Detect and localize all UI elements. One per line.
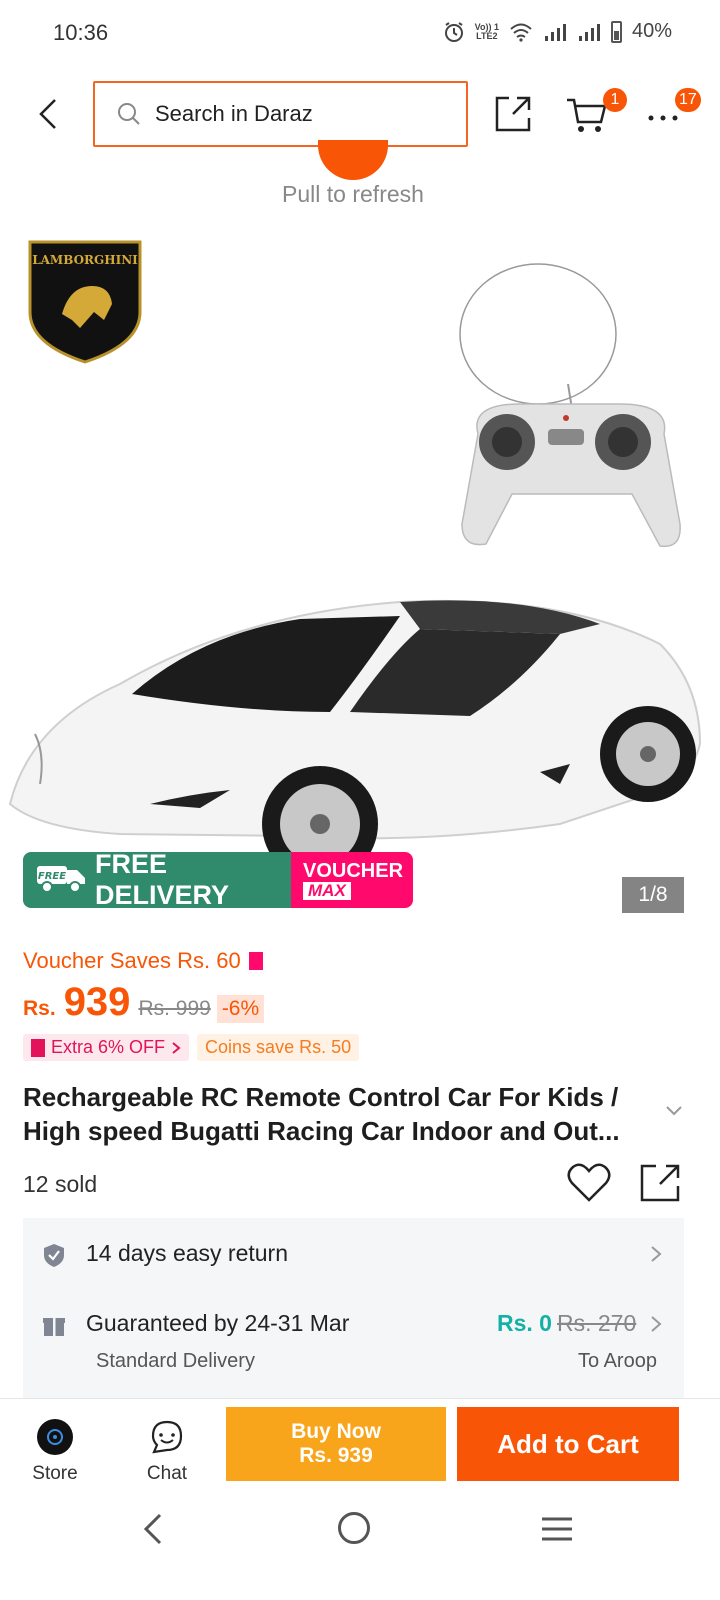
buy-now-button[interactable]: Buy Now Rs. 939 [226,1407,446,1481]
share-button[interactable] [638,1162,682,1204]
system-nav-bar [0,1498,720,1600]
add-to-cart-button[interactable]: Add to Cart [457,1407,679,1481]
delivery-type: Standard Delivery [96,1350,255,1372]
back-icon [39,99,56,129]
chat-label: Chat [146,1463,188,1484]
coins-tag: Coins save Rs. 50 [197,1034,360,1061]
chevron-right-icon [172,1041,181,1054]
pull-to-refresh-text: Pull to refresh [282,181,424,207]
share-icon [495,96,531,132]
bottom-action-bar: Store Chat Buy Now Rs. 939 Add to Cart [0,1398,720,1498]
svg-text:FREE: FREE [38,871,66,882]
signal-icon-2 [577,22,601,42]
svg-text:LAMBORGHINI: LAMBORGHINI [32,253,138,267]
voucher-saves[interactable]: Voucher Saves Rs. 60 [23,948,263,974]
current-price: 939 [63,980,131,1024]
return-policy-text: 14 days easy return [86,1240,289,1266]
share-icon [640,1164,680,1202]
chevron-right-icon [651,1316,662,1332]
refresh-indicator [318,140,388,180]
signal-icon-1 [543,22,567,42]
share-button-header[interactable] [493,94,533,134]
volte-icon: Vo)) 1 LTE2 [474,21,499,41]
free-delivery-label: FREE DELIVERY [95,852,230,908]
nav-back-icon[interactable] [138,1512,168,1546]
remote-controller [459,263,681,548]
gift-icon [43,1318,65,1336]
truck-icon: FREE [35,860,87,901]
cart-badge: 1 [603,88,627,112]
search-input[interactable]: Search in Daraz [93,81,468,147]
delivery-recipient: To Aroop [578,1350,657,1372]
product-image[interactable]: LAMBORGHINI [0,224,706,924]
delivery-old-fee: Rs. 270 [557,1310,637,1336]
sold-count: 12 sold [23,1171,98,1197]
store-avatar [37,1419,73,1455]
chat-icon [151,1420,183,1454]
service-info: 14 days easy return Guaranteed by 24-31 … [23,1218,684,1398]
voucher-max-badge: VOUCHER MAX [291,852,413,908]
chevron-down-icon[interactable] [664,1100,684,1120]
image-counter: 1/8 [622,877,684,913]
store-button[interactable]: Store [18,1417,92,1487]
chevron-right-icon [651,1246,662,1262]
car-body [8,599,702,882]
chat-button[interactable]: Chat [130,1417,204,1487]
price-row: Rs. 939 Rs. 999 -6% [23,980,265,1025]
delivery-row[interactable]: Guaranteed by 24-31 Mar Standard Deliver… [23,1290,684,1398]
battery-icon [610,20,622,43]
return-policy-row[interactable]: 14 days easy return [23,1218,684,1290]
delivery-guarantee-text: Guaranteed by 24-31 Mar [86,1310,350,1336]
product-photo: LAMBORGHINI [8,240,702,882]
search-icon [118,103,140,125]
shield-check-icon [44,1244,64,1267]
store-label: Store [32,1463,78,1484]
discount-badge: -6% [216,995,265,1023]
promo-tags: Extra 6% OFF Coins save Rs. 50 [23,1034,360,1061]
wishlist-button[interactable] [567,1162,611,1204]
battery-percent: 40% [631,20,672,42]
delivery-fee: Rs. 0 [497,1310,552,1336]
free-delivery-banner: FREE FREE DELIVERY VOUCHER MAX [23,852,413,908]
status-bar: 10:36 Vo)) 1 LTE2 40% [0,0,720,66]
status-icons: Vo)) 1 LTE2 40% [443,20,672,43]
back-button[interactable] [28,92,68,136]
more-badge: 17 [675,88,701,112]
price-currency: Rs. [23,997,56,1020]
extra-off-tag[interactable]: Extra 6% OFF [23,1034,190,1061]
lamborghini-logo: LAMBORGHINI [28,240,142,364]
nav-home-icon[interactable] [338,1512,370,1544]
alarm-icon [443,21,465,43]
product-title[interactable]: Rechargeable RC Remote Control Car For K… [23,1080,663,1148]
wifi-icon [509,22,533,42]
search-placeholder: Search in Daraz [155,101,313,126]
nav-recents-icon[interactable] [540,1516,574,1542]
free-delivery-part: FREE FREE DELIVERY [23,852,291,908]
voucher-icon [248,952,263,970]
voucher-tag-icon [31,1038,45,1057]
status-time: 10:36 [53,20,109,45]
original-price: Rs. 999 [138,997,211,1020]
heart-icon [567,1163,611,1202]
